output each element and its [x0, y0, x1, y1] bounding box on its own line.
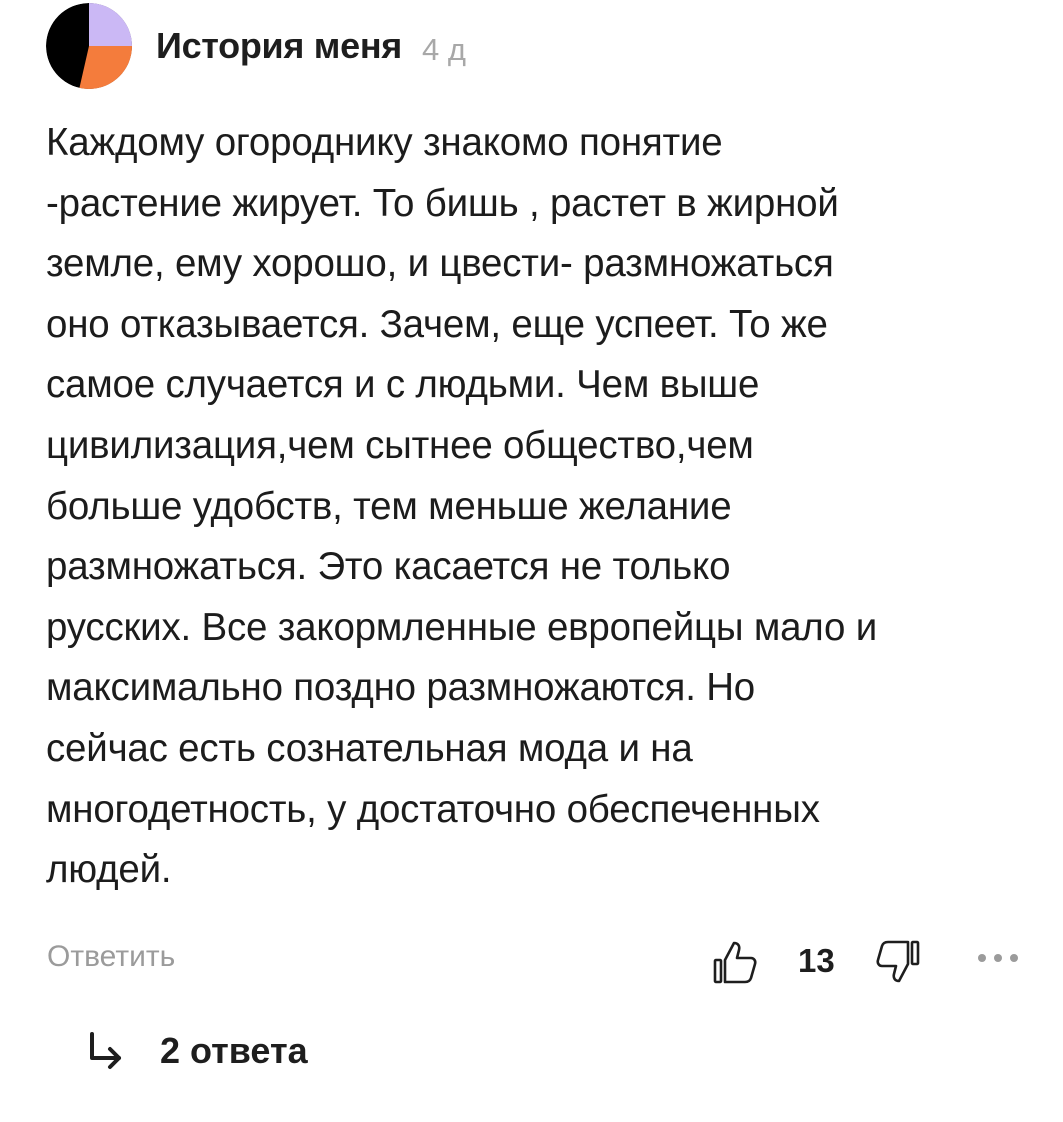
show-replies-button[interactable]: 2 ответа — [86, 1030, 308, 1072]
more-options-icon[interactable] — [972, 946, 1024, 970]
author-name[interactable]: История меня — [156, 25, 402, 67]
thumbs-up-icon[interactable] — [710, 937, 760, 987]
reply-button[interactable]: Ответить — [47, 940, 175, 974]
reply-arrow-icon — [90, 1032, 121, 1069]
comment-time: 4 д — [421, 32, 466, 67]
comment-header: История меня 4 д — [46, 2, 466, 90]
comment-text: Каждому огороднику знакомо понятие -раст… — [46, 121, 878, 892]
like-count: 13 — [798, 942, 835, 979]
thumbs-down-icon[interactable] — [873, 937, 923, 987]
comment-card: История меня 4 д Каждому огороднику знак… — [0, 0, 1063, 1122]
replies-count-label: 2 ответа — [160, 1030, 308, 1071]
author-avatar[interactable] — [46, 3, 132, 89]
